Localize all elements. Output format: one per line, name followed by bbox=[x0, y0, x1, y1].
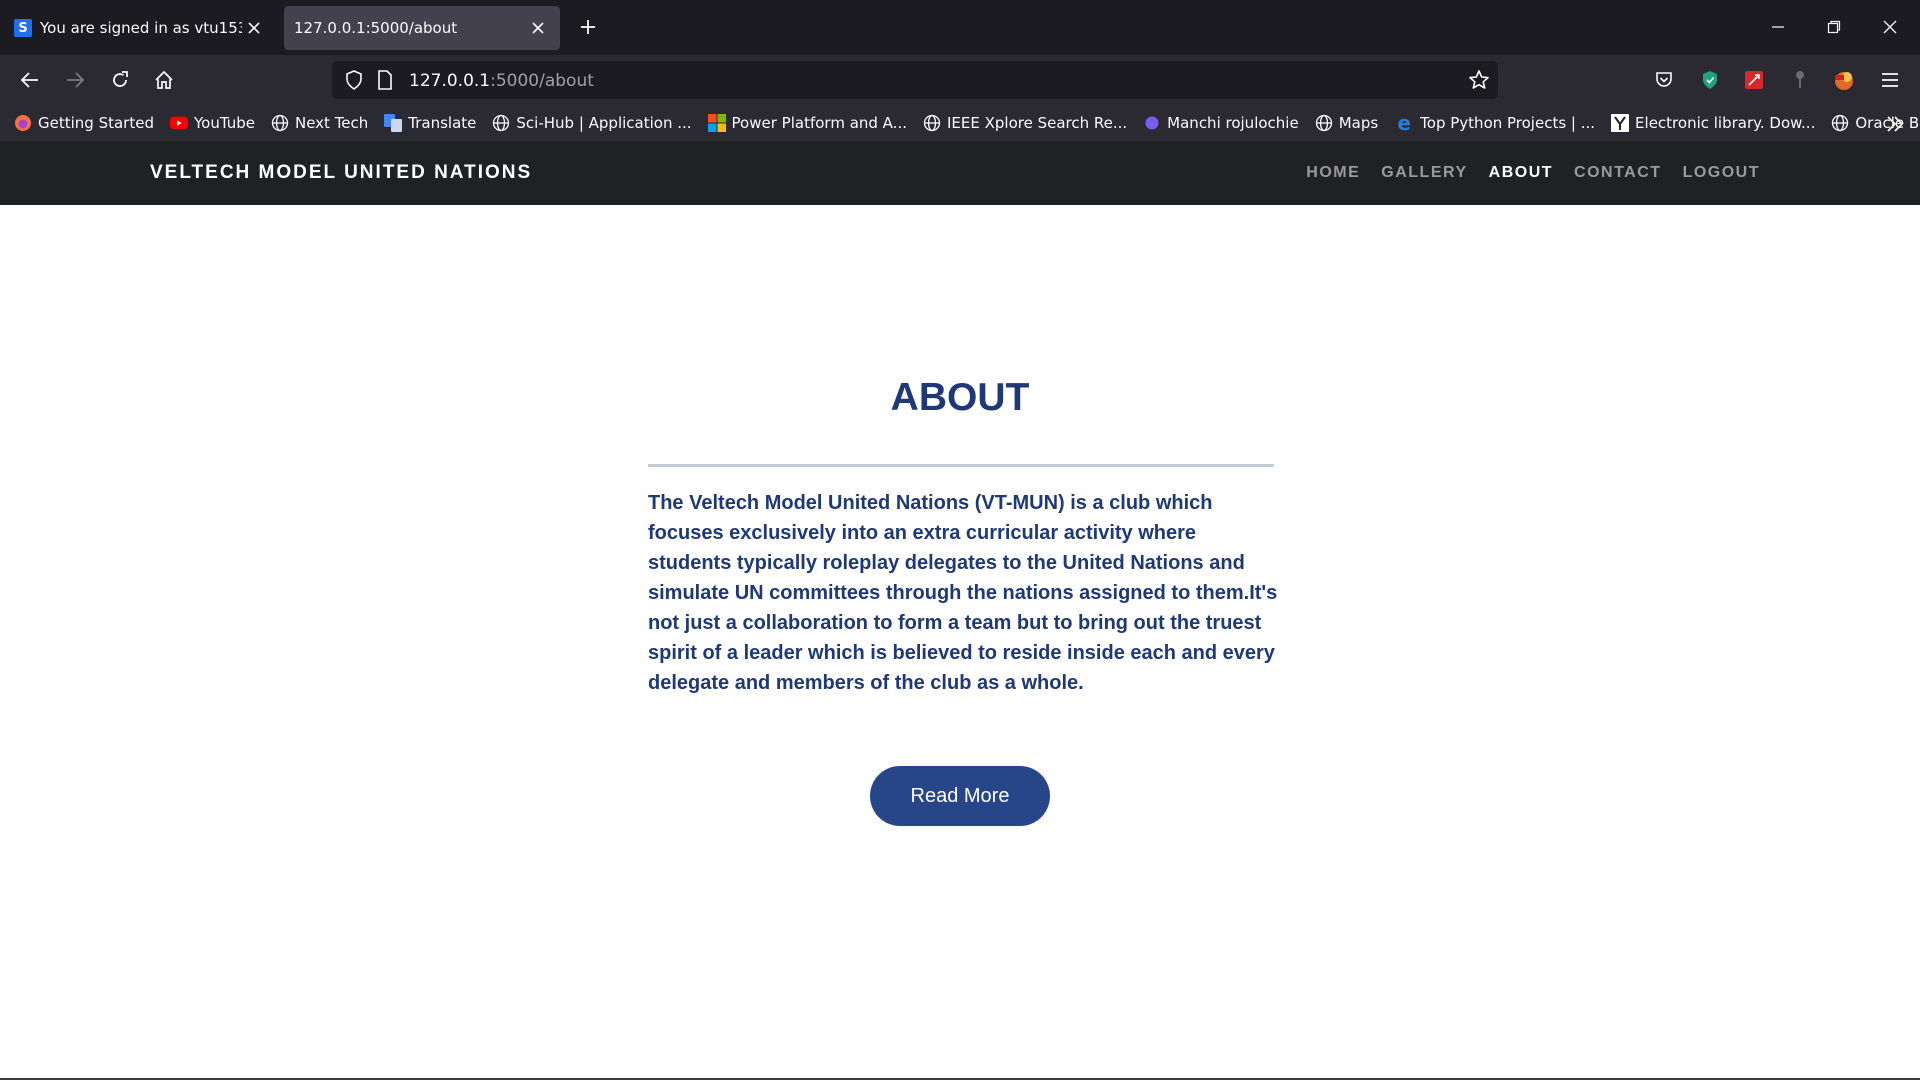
youtube-icon bbox=[169, 114, 188, 132]
bookmark-label: Next Tech bbox=[294, 114, 369, 132]
back-icon[interactable] bbox=[14, 64, 46, 96]
nav-logout[interactable]: LOGOUT bbox=[1683, 164, 1760, 182]
pocket-icon[interactable] bbox=[1652, 68, 1676, 92]
globe-icon bbox=[923, 114, 941, 132]
tab-title: 127.0.0.1:5000/about bbox=[294, 19, 458, 37]
bookmark-manchi-rojulochie[interactable]: Manchi rojulochie bbox=[1143, 114, 1299, 132]
bookmark-label: Translate bbox=[408, 114, 477, 132]
nav-contact[interactable]: CONTACT bbox=[1574, 164, 1662, 182]
browser-tab-strip: S You are signed in as vtu15336 127.0.0.… bbox=[0, 0, 1920, 55]
bookmark-top-python[interactable]: e Top Python Projects | ... bbox=[1394, 111, 1596, 135]
bookmark-sci-hub[interactable]: Sci-Hub | Application ... bbox=[492, 114, 692, 132]
close-tab-icon[interactable] bbox=[242, 16, 266, 40]
bookmark-getting-started[interactable]: Getting Started bbox=[14, 114, 154, 132]
tab-signed-in[interactable]: S You are signed in as vtu15336 bbox=[8, 6, 276, 50]
about-paragraph: The Veltech Model United Nations (VT-MUN… bbox=[648, 492, 1278, 694]
bookmark-label: Manchi rojulochie bbox=[1167, 114, 1299, 132]
restore-icon[interactable] bbox=[1814, 10, 1854, 44]
bookmark-label: Power Platform and A... bbox=[731, 114, 907, 132]
bookmark-label: Sci-Hub | Application ... bbox=[516, 114, 692, 132]
globe-icon bbox=[1831, 114, 1849, 132]
bookmarks-bar: Getting Started YouTube Next Tech Transl… bbox=[0, 105, 1920, 141]
purple-dot-icon bbox=[1143, 114, 1161, 132]
bookmark-oracle-basics[interactable]: Oracle Basics bbox=[1831, 114, 1920, 132]
url-host: 127.0.0.1 bbox=[409, 71, 491, 91]
site-brand[interactable]: VELTECH MODEL UNITED NATIONS bbox=[150, 141, 532, 205]
close-tab-icon[interactable] bbox=[526, 16, 550, 40]
globe-icon bbox=[271, 114, 289, 132]
forward-icon[interactable] bbox=[59, 64, 91, 96]
close-window-icon[interactable] bbox=[1870, 10, 1910, 44]
bookmark-label: Top Python Projects | ... bbox=[1420, 114, 1596, 132]
url-path: :5000/about bbox=[490, 71, 594, 91]
chevron-double-right-icon[interactable] bbox=[1884, 113, 1906, 135]
profile-extension-icon[interactable] bbox=[1832, 68, 1856, 92]
translate-icon bbox=[384, 114, 403, 132]
url-text[interactable]: 127.0.0.1:5000/about bbox=[409, 71, 594, 91]
tab-title: You are signed in as vtu15336 bbox=[40, 19, 242, 37]
tab-favicon-icon: S bbox=[14, 19, 32, 37]
nav-gallery[interactable]: GALLERY bbox=[1381, 164, 1467, 182]
bookmark-star-icon[interactable] bbox=[1468, 69, 1490, 96]
new-tab-icon[interactable] bbox=[574, 13, 602, 41]
bookmark-maps[interactable]: Maps bbox=[1315, 114, 1378, 132]
globe-icon bbox=[492, 114, 510, 132]
menu-icon[interactable] bbox=[1878, 68, 1902, 92]
guard-extension-icon[interactable] bbox=[1698, 68, 1722, 92]
bookmark-label: YouTube bbox=[193, 114, 255, 132]
bookmark-translate[interactable]: Translate bbox=[384, 114, 476, 132]
bookmark-next-tech[interactable]: Next Tech bbox=[271, 114, 368, 132]
title-divider bbox=[648, 464, 1274, 467]
tab-about[interactable]: 127.0.0.1:5000/about bbox=[284, 6, 560, 50]
bookmark-label: Getting Started bbox=[38, 114, 154, 132]
site-navbar: VELTECH MODEL UNITED NATIONS HOME GALLER… bbox=[0, 141, 1920, 205]
browser-toolbar: 127.0.0.1:5000/about bbox=[0, 55, 1920, 105]
bookmark-electronic-library[interactable]: Electronic library. Dow... bbox=[1611, 114, 1815, 132]
bookmark-ieee[interactable]: IEEE Xplore Search Re... bbox=[923, 114, 1127, 132]
nav-home[interactable]: HOME bbox=[1306, 164, 1360, 182]
read-more-button[interactable]: Read More bbox=[870, 766, 1050, 826]
site-menu: HOME GALLERY ABOUT CONTACT LOGOUT bbox=[1285, 141, 1760, 205]
bookmark-label: Electronic library. Dow... bbox=[1635, 114, 1816, 132]
shield-icon[interactable] bbox=[344, 70, 364, 95]
page-icon[interactable] bbox=[377, 70, 393, 95]
bookmark-label: IEEE Xplore Search Re... bbox=[946, 114, 1128, 132]
e-icon: e bbox=[1397, 111, 1411, 135]
microsoft-icon bbox=[707, 114, 726, 132]
bookmark-power-platform[interactable]: Power Platform and A... bbox=[707, 114, 907, 132]
y-icon bbox=[1611, 114, 1630, 132]
page-title: ABOUT bbox=[890, 376, 1030, 419]
key-icon[interactable] bbox=[1788, 68, 1812, 92]
address-bar[interactable]: 127.0.0.1:5000/about bbox=[332, 61, 1498, 99]
globe-icon bbox=[1315, 114, 1333, 132]
home-icon[interactable] bbox=[148, 64, 180, 96]
bookmark-youtube[interactable]: YouTube bbox=[169, 114, 255, 132]
nav-about[interactable]: ABOUT bbox=[1489, 164, 1553, 182]
red-extension-icon[interactable] bbox=[1742, 68, 1766, 92]
reload-icon[interactable] bbox=[104, 64, 136, 96]
minimize-icon[interactable] bbox=[1758, 10, 1798, 44]
firefox-icon bbox=[14, 114, 32, 132]
bookmark-label: Maps bbox=[1338, 114, 1379, 132]
